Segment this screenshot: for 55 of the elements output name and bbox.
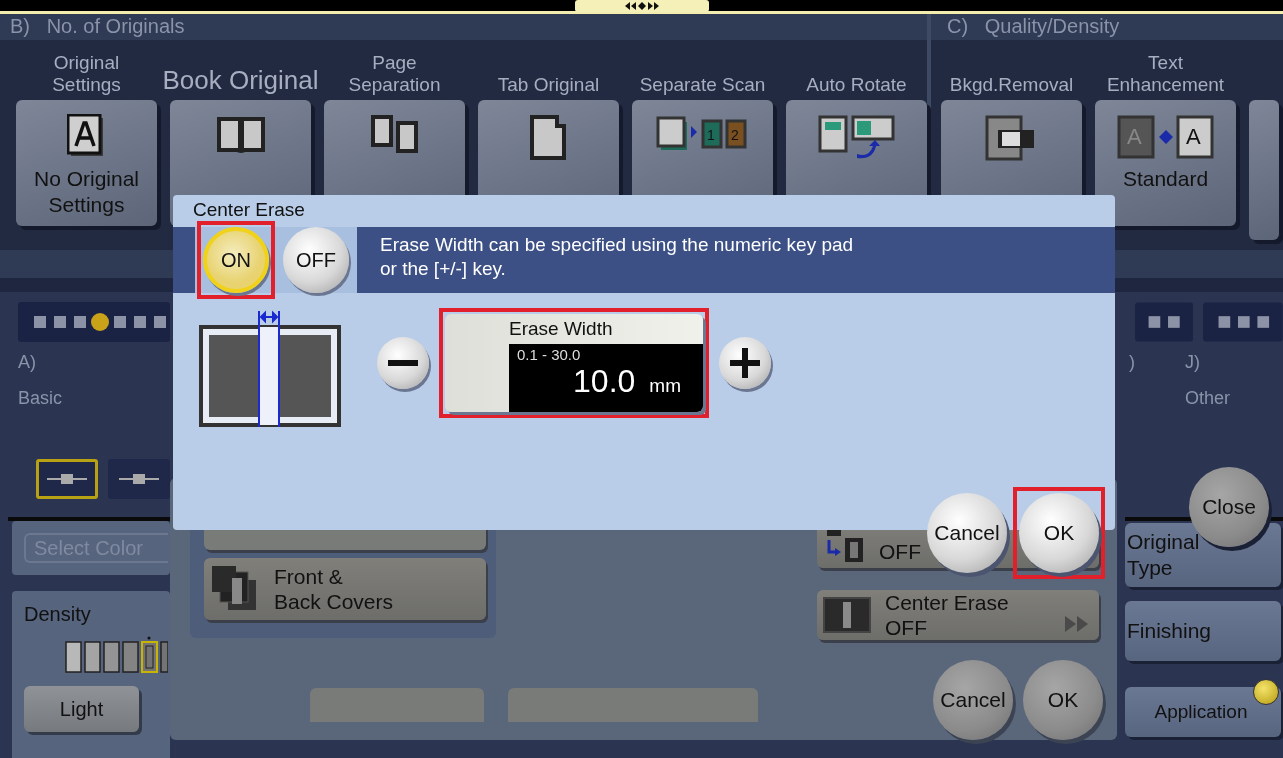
center-erase-icon: [823, 596, 871, 633]
toggle-button[interactable]: ON: [203, 227, 269, 293]
tabbed-page-icon: [528, 114, 569, 162]
button-label: Front & Back Covers: [274, 564, 394, 614]
unit-text: mm: [649, 375, 681, 397]
button-label: Center Erase: [885, 589, 1009, 615]
tile-value: No Original Settings: [33, 166, 139, 218]
tile-value: Standard: [1122, 166, 1209, 192]
density-label: Density: [24, 603, 92, 626]
category-letter: ): [1129, 352, 1135, 374]
function-label: Original Settings: [51, 51, 122, 97]
center-erase-button[interactable]: Center Erase OFF: [817, 589, 1099, 640]
side-button[interactable]: Finishing: [1125, 601, 1281, 661]
button-value: OFF: [885, 614, 928, 640]
function-label: Book Original: [162, 64, 319, 97]
minus-icon: [388, 360, 418, 366]
covers-button[interactable]: Front & Back Covers: [204, 558, 486, 620]
field-label: Erase Width: [508, 317, 614, 341]
function-label: Separate Scan: [638, 73, 767, 97]
category-name[interactable]: Basic: [18, 388, 170, 409]
field-value: 10.0: [573, 363, 636, 400]
section-heading: C) Quality/Density: [931, 14, 1283, 40]
mode-icon: [119, 472, 159, 486]
fast-forward-icon: [1065, 616, 1089, 632]
function-label: Text Enhancement: [1105, 51, 1226, 97]
dialog-title: Center Erase: [192, 198, 306, 222]
instruction-text: Erase Width can be specified using the numeric key pad or the [+/-] key.: [379, 233, 855, 281]
erase-width-field[interactable]: Erase Width 0.1 - 30.0 10.0 mm: [445, 314, 703, 412]
mode-icon: [47, 472, 87, 486]
function-label: Tab Original: [496, 73, 601, 97]
category-letter: A): [18, 352, 37, 374]
button-value: OFF: [879, 538, 921, 564]
round-button[interactable]: OK: [1023, 660, 1103, 740]
round-button[interactable]: OK: [1019, 493, 1099, 573]
round-button[interactable]: Cancel: [927, 493, 1007, 573]
toggle-button[interactable]: OFF: [283, 227, 349, 293]
drag-handle-icon[interactable]: [574, 0, 709, 14]
mode-button[interactable]: [36, 459, 98, 499]
plus-button[interactable]: [719, 337, 771, 389]
function-label: Page Separation: [347, 51, 442, 97]
range-text: 0.1 - 30.0: [517, 346, 582, 363]
two-pages-icon: [369, 114, 420, 154]
function-label: Bkgd.Removal: [948, 73, 1075, 97]
plus-icon: [730, 348, 760, 378]
category-letter: J): [1185, 352, 1201, 374]
open-book-icon: [215, 114, 266, 154]
page-indicator-drawing: [1135, 302, 1194, 342]
mode-button[interactable]: [108, 459, 170, 499]
section-heading: B) No. of Originals: [0, 14, 927, 40]
application-button[interactable]: Application: [1125, 687, 1281, 737]
minus-button[interactable]: [377, 337, 429, 389]
light-button[interactable]: Light: [24, 686, 139, 732]
category-name[interactable]: Other: [1185, 388, 1231, 409]
round-button[interactable]: Cancel: [933, 660, 1013, 740]
function-label: Auto Rotate: [805, 73, 908, 97]
